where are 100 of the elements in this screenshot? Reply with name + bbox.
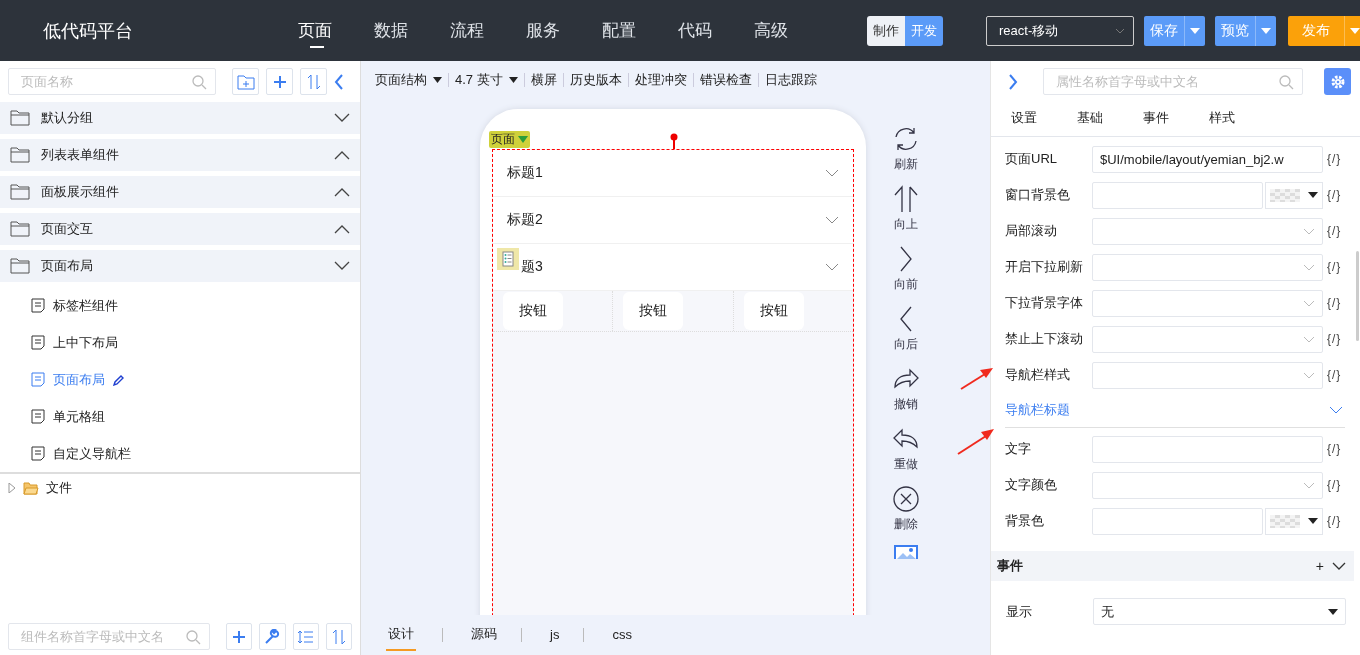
property-tab[interactable]: 设置 <box>1011 102 1037 136</box>
toolbar-button[interactable]: 错误检查 <box>693 71 758 89</box>
select-field[interactable]: 无 <box>1093 598 1346 625</box>
mode-toggle[interactable]: 制作 <box>867 15 905 46</box>
wrench-button[interactable] <box>259 623 286 650</box>
caret-down-icon <box>1350 27 1360 34</box>
binding-button[interactable]: {/} <box>1327 188 1342 202</box>
sort-button[interactable] <box>325 623 352 650</box>
editor-tab[interactable]: 设计 <box>386 619 416 651</box>
settings-button[interactable] <box>1324 68 1351 95</box>
binding-button[interactable]: {/} <box>1327 152 1342 166</box>
property-label: 局部滚动 <box>1005 222 1058 240</box>
section-title: 事件 <box>997 557 1023 575</box>
text-field[interactable] <box>1092 181 1263 209</box>
anchor-pin-icon <box>670 133 678 149</box>
group-header[interactable]: 默认分组 <box>0 102 360 134</box>
image-icon[interactable] <box>894 545 918 559</box>
add-button[interactable] <box>226 623 253 650</box>
app-logo: 低代码平台 <box>43 19 134 43</box>
select-field[interactable] <box>1092 471 1323 499</box>
framework-select[interactable]: react-移动 <box>986 15 1134 46</box>
component-item[interactable]: 自定义导航栏 <box>0 435 360 472</box>
binding-button[interactable]: {/} <box>1327 442 1342 456</box>
binding-button[interactable]: {/} <box>1327 478 1342 492</box>
toolbar-button[interactable]: 4.7 英寸 <box>449 71 524 89</box>
group-header[interactable]: 页面布局 <box>0 250 360 282</box>
nav-tab[interactable]: 服务 <box>526 0 602 61</box>
component-item[interactable]: 单元格组 <box>0 398 360 435</box>
binding-button[interactable]: {/} <box>1327 296 1342 310</box>
chevron-down-icon <box>1303 263 1315 271</box>
component-item[interactable]: 页面布局 <box>0 361 360 398</box>
side-tool-button[interactable]: 刷新 <box>892 125 920 173</box>
property-tab[interactable]: 样式 <box>1209 102 1235 136</box>
folder-icon <box>10 258 30 274</box>
editor-tab[interactable]: 源码 <box>469 619 499 651</box>
accordion-header[interactable]: 标题2 <box>493 197 853 244</box>
annotation-arrow <box>960 366 994 390</box>
color-picker[interactable] <box>1265 507 1323 535</box>
mobile-button[interactable]: 按钮 <box>623 292 684 330</box>
select-field[interactable] <box>1092 325 1323 353</box>
accordion-header[interactable]: 题3 <box>493 244 853 291</box>
binding-button[interactable]: {/} <box>1327 332 1342 346</box>
sort-button[interactable] <box>300 68 327 95</box>
mobile-button[interactable]: 按钮 <box>503 292 563 330</box>
property-label: 下拉背景字体 <box>1005 294 1084 312</box>
nav-tab[interactable]: 数据 <box>374 0 450 61</box>
accordion-header[interactable]: 标题1 <box>493 150 853 197</box>
text-field[interactable] <box>1092 507 1263 535</box>
editor-tab[interactable]: css <box>610 620 634 650</box>
add-folder-button[interactable] <box>232 68 259 95</box>
select-field[interactable] <box>1092 217 1323 245</box>
group-header[interactable]: 页面交互 <box>0 213 360 245</box>
mobile-button[interactable]: 按钮 <box>743 292 804 330</box>
page-icon <box>31 409 45 424</box>
text-field[interactable]: $UI/mobile/layout/yemian_bj2.w <box>1092 145 1323 173</box>
page-tag[interactable]: 页面 <box>489 131 530 148</box>
folder-icon <box>23 481 39 495</box>
side-tool-button[interactable]: 撤销 <box>892 365 920 413</box>
add-event-button[interactable]: + <box>1315 558 1324 574</box>
select-field[interactable] <box>1092 361 1323 389</box>
toolbar-button[interactable]: 页面结构 <box>375 71 448 89</box>
nav-tab[interactable]: 高级 <box>754 0 830 61</box>
add-button[interactable] <box>266 68 293 95</box>
side-tool-button[interactable]: 重做 <box>892 425 920 473</box>
side-tool-button[interactable]: 删除 <box>892 485 920 533</box>
side-tool-button[interactable]: 向上 <box>892 185 920 233</box>
toolbar-button[interactable]: 日志跟踪 <box>758 71 823 89</box>
pencil-icon[interactable] <box>113 373 125 386</box>
nav-tab[interactable]: 代码 <box>678 0 754 61</box>
select-field[interactable] <box>1092 253 1323 281</box>
collapse-icon[interactable] <box>334 73 344 90</box>
toolbar-button[interactable]: 横屏 <box>524 71 563 89</box>
side-tool-button[interactable]: 向后 <box>892 305 920 353</box>
annotation-arrow <box>957 427 995 455</box>
text-field[interactable] <box>1092 435 1323 463</box>
group-header[interactable]: 列表表单组件 <box>0 139 360 171</box>
folder-icon <box>10 221 30 237</box>
search-icon <box>191 74 207 90</box>
section-header[interactable]: 导航栏标题 <box>1005 393 1345 428</box>
component-item[interactable]: 上中下布局 <box>0 324 360 361</box>
nav-tab[interactable]: 流程 <box>450 0 526 61</box>
nav-tab[interactable]: 配置 <box>602 0 678 61</box>
list-order-button[interactable] <box>292 623 319 650</box>
group-header[interactable]: 面板展示组件 <box>0 176 360 208</box>
color-picker[interactable] <box>1265 181 1323 209</box>
binding-button[interactable]: {/} <box>1327 514 1342 528</box>
property-tab[interactable]: 基础 <box>1077 102 1103 136</box>
component-item[interactable]: 标签栏组件 <box>0 287 360 324</box>
binding-button[interactable]: {/} <box>1327 260 1342 274</box>
binding-button[interactable]: {/} <box>1327 368 1342 382</box>
chevron-down-icon[interactable] <box>1332 562 1346 570</box>
file-tree-item[interactable]: 文件 <box>8 480 352 496</box>
editor-tab[interactable]: js <box>548 620 562 650</box>
select-field[interactable] <box>1092 289 1323 317</box>
binding-button[interactable]: {/} <box>1327 224 1342 238</box>
toolbar-button[interactable]: 历史版本 <box>563 71 628 89</box>
side-tool-button[interactable]: 向前 <box>892 245 920 293</box>
expand-icon[interactable] <box>1008 73 1018 90</box>
toolbar-button[interactable]: 处理冲突 <box>628 71 693 89</box>
property-tab[interactable]: 事件 <box>1143 102 1169 136</box>
